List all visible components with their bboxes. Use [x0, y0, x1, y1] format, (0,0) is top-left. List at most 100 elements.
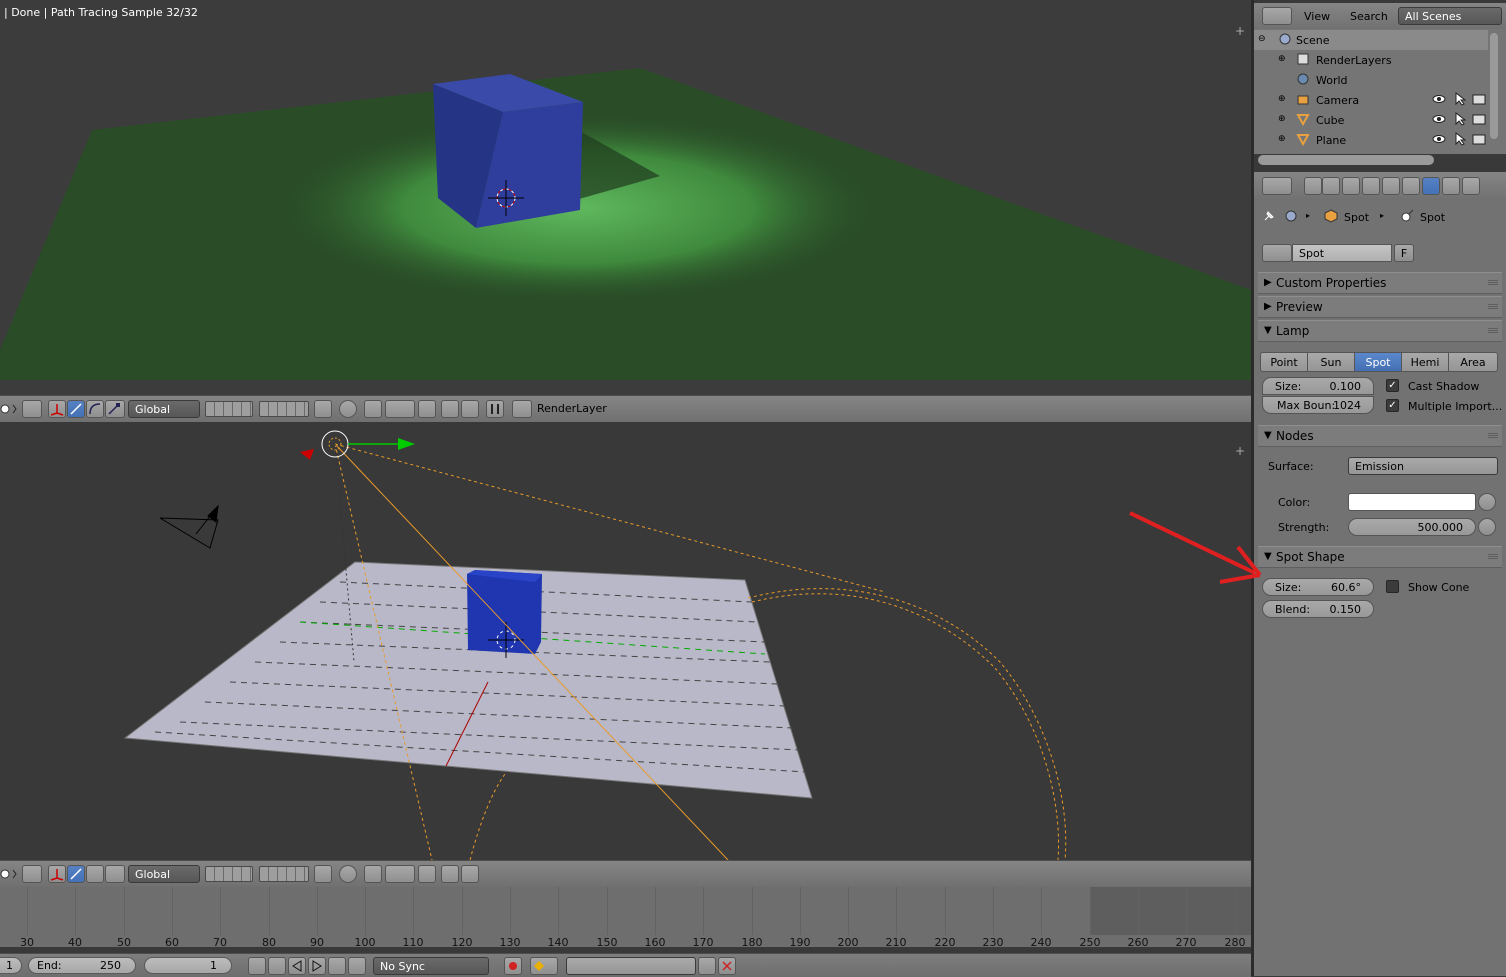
drag-grip-icon[interactable]	[1488, 304, 1498, 310]
end-frame-field[interactable]: End: 250	[28, 957, 136, 974]
current-frame-field[interactable]: 1	[144, 957, 232, 974]
timeline-area[interactable]: 30 40 50 60 70 80 90 100 110 120 130 140 150 160 170 18…	[0, 887, 1251, 949]
sync-dropdown[interactable]: No Sync	[373, 957, 489, 975]
delete-keyframe-icon[interactable]	[718, 957, 736, 975]
panel-preview[interactable]: ▶ Preview	[1258, 296, 1502, 318]
region-plus-icon[interactable]: +	[1235, 24, 1245, 38]
render-restrict-icon[interactable]	[1472, 93, 1486, 108]
jump-start-icon[interactable]	[248, 957, 266, 975]
tab-world-icon[interactable]	[1362, 177, 1380, 195]
scene-layers-grid-2-bottom[interactable]	[259, 866, 309, 882]
cast-shadow-checkbox[interactable]: ✓	[1386, 379, 1399, 392]
tab-texture-icon[interactable]	[1442, 177, 1460, 195]
start-frame-field[interactable]: 1	[0, 957, 22, 974]
layers-icon-bottom[interactable]	[22, 865, 42, 883]
lamp-type-spot[interactable]: Spot	[1354, 352, 1402, 372]
outliner-scrollbar[interactable]	[1490, 33, 1498, 139]
keying-set-icon[interactable]	[530, 957, 558, 975]
pin-icon[interactable]	[1262, 209, 1276, 226]
play-icon[interactable]	[308, 957, 326, 975]
spot-size-field[interactable]: Size: 60.6°	[1262, 578, 1374, 596]
jump-keyframe-back-icon[interactable]	[268, 957, 286, 975]
translate-icon-bottom[interactable]	[67, 865, 85, 883]
lamp-size-field[interactable]: Size: 0.100	[1262, 377, 1374, 395]
panel-custom-properties[interactable]: ▶ Custom Properties	[1258, 272, 1502, 294]
scene-layers-grid-1-bottom[interactable]	[205, 866, 253, 882]
panel-lamp[interactable]: ▼ Lamp	[1258, 320, 1502, 342]
lamp-type-point[interactable]: Point	[1260, 352, 1308, 372]
lamp-name-field[interactable]: Spot	[1292, 244, 1392, 262]
expand-icon[interactable]: ⊕	[1278, 94, 1286, 104]
snap-magnet-icon[interactable]	[364, 400, 382, 418]
render-camera-icon[interactable]	[441, 400, 459, 418]
snap-element-icon[interactable]	[385, 400, 415, 418]
outliner-row-renderlayers[interactable]: ⊕ RenderLayers	[1254, 50, 1488, 70]
tab-physics-icon[interactable]	[1462, 177, 1480, 195]
outliner-h-scrollbar[interactable]	[1258, 155, 1434, 165]
orientation-dropdown[interactable]: Global	[128, 400, 200, 418]
render-restrict-icon[interactable]	[1472, 113, 1486, 128]
lamp-type-sun[interactable]: Sun	[1307, 352, 1355, 372]
tab-render-icon[interactable]	[1304, 177, 1322, 195]
snap-element-icon-bottom[interactable]	[385, 865, 415, 883]
manipulator-icon[interactable]	[48, 400, 66, 418]
tab-object-icon[interactable]	[1382, 177, 1400, 195]
lamp-browse-icon[interactable]	[1262, 244, 1292, 262]
outliner-row-scene[interactable]: ⊖ Scene	[1254, 30, 1488, 50]
multiple-importance-checkbox[interactable]: ✓	[1386, 399, 1399, 412]
eye-icon[interactable]	[1432, 133, 1446, 148]
panel-nodes[interactable]: ▼ Nodes	[1258, 425, 1502, 447]
drag-grip-icon[interactable]	[1488, 433, 1498, 439]
drag-grip-icon[interactable]	[1488, 328, 1498, 334]
proportional-edit-icon[interactable]	[339, 400, 357, 418]
eye-icon[interactable]	[1432, 113, 1446, 128]
orientation-dropdown-bottom[interactable]: Global	[128, 865, 200, 883]
solid-viewport[interactable]: +	[0, 422, 1251, 860]
outliner-row-camera[interactable]: ⊕ Camera	[1254, 90, 1488, 110]
expand-icon[interactable]: ⊕	[1278, 54, 1286, 64]
render-anim-icon-bottom[interactable]	[461, 865, 479, 883]
scene-layers-grid-1[interactable]	[205, 401, 253, 417]
snap-target-icon-bottom[interactable]	[418, 865, 436, 883]
drag-grip-icon[interactable]	[1488, 554, 1498, 560]
play-reverse-icon[interactable]	[288, 957, 306, 975]
insert-keyframe-icon[interactable]	[698, 957, 716, 975]
outliner-row-world[interactable]: World	[1254, 70, 1488, 90]
proportional-edit-icon-bottom[interactable]	[339, 865, 357, 883]
strength-field[interactable]: 500.000	[1348, 518, 1476, 536]
outliner-row-cube[interactable]: ⊕ Cube	[1254, 110, 1488, 130]
tab-constraints-icon[interactable]	[1402, 177, 1420, 195]
layer-lock-icon[interactable]	[314, 400, 332, 418]
expand-icon[interactable]: ⊕	[1278, 134, 1286, 144]
max-bounces-field[interactable]: Max Boun: 1024	[1262, 396, 1374, 414]
manipulator-icon-bottom[interactable]	[48, 865, 66, 883]
drag-grip-icon[interactable]	[1488, 280, 1498, 286]
properties-editor-type-icon[interactable]	[1262, 177, 1292, 195]
collapse-icon[interactable]: ⊖	[1258, 34, 1266, 44]
eye-icon[interactable]	[1432, 93, 1446, 108]
outliner-row-plane[interactable]: ⊕ Plane	[1254, 130, 1488, 150]
snap-magnet-icon-bottom[interactable]	[364, 865, 382, 883]
record-icon[interactable]	[504, 957, 522, 975]
region-plus-icon-bottom[interactable]: +	[1235, 444, 1245, 458]
fake-user-button[interactable]: F	[1394, 244, 1414, 262]
cursor-select-icon[interactable]	[1454, 91, 1467, 109]
jump-end-icon[interactable]	[348, 957, 366, 975]
color-socket-icon[interactable]	[1478, 493, 1496, 511]
scene-layers-grid-2[interactable]	[259, 401, 309, 417]
rotate-icon[interactable]	[86, 400, 104, 418]
scale-icon-bottom[interactable]	[105, 865, 125, 883]
lamp-type-area[interactable]: Area	[1448, 352, 1498, 372]
view-menu-icon-bottom[interactable]	[0, 866, 20, 885]
rotate-icon-bottom[interactable]	[86, 865, 104, 883]
jump-keyframe-forward-icon[interactable]	[328, 957, 346, 975]
outliner-editor-type-icon[interactable]	[1262, 7, 1292, 25]
cursor-select-icon[interactable]	[1454, 111, 1467, 129]
pause-render-icon[interactable]	[486, 400, 504, 418]
show-cone-checkbox[interactable]	[1386, 580, 1399, 593]
layers-icon[interactable]	[22, 400, 42, 418]
outliner-display-mode[interactable]: All Scenes	[1398, 7, 1502, 25]
render-camera-icon-bottom[interactable]	[441, 865, 459, 883]
cursor-select-icon[interactable]	[1454, 131, 1467, 149]
color-swatch[interactable]	[1348, 493, 1476, 511]
